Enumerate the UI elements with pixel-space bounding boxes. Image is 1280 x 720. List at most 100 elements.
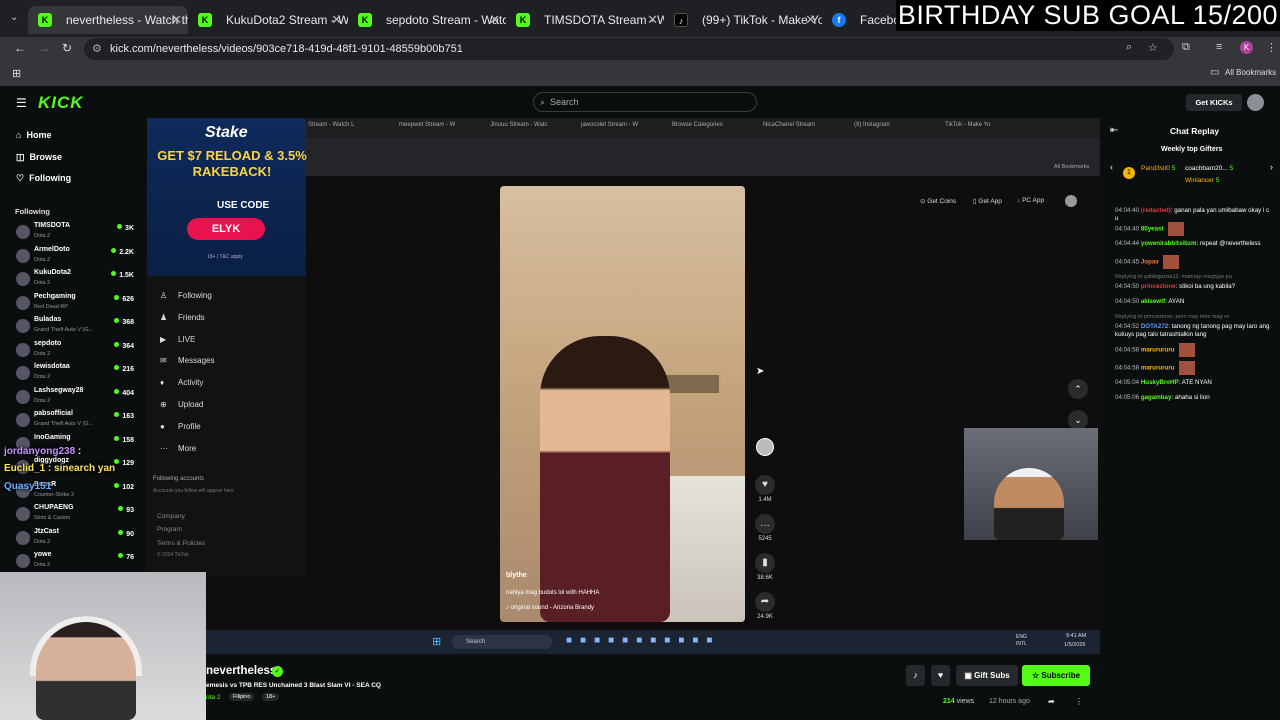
chat-username[interactable]: marurururu [1141, 347, 1175, 354]
taskbar-date[interactable]: 1/5/2026 [1064, 642, 1085, 648]
scroll-up-icon[interactable]: ⌃ [1068, 379, 1088, 399]
tiktok-menu-upload[interactable]: ⊕ Upload [160, 400, 203, 409]
site-info-icon[interactable]: ⚙ [92, 38, 102, 60]
tiktok-footer-terms[interactable]: Terms & Policies [157, 540, 205, 547]
reload-icon[interactable]: ↻ [62, 41, 72, 55]
following-item[interactable]: Lashsegway28 Dota 2 404 [16, 387, 134, 409]
chat-username[interactable]: (redacted) [1141, 207, 1171, 214]
tab-kukudota2[interactable]: K KukuDota2 Stream - Watch Liv✕ [188, 6, 348, 34]
tiktok-menu-more[interactable]: ··· More [160, 444, 196, 453]
tiktok-menu-messages[interactable]: ✉ Messages [160, 356, 214, 365]
taskbar-time[interactable]: 9:41 AM [1066, 633, 1086, 639]
following-item[interactable]: pabsofficial Grand Theft Auto V (G... 163 [16, 410, 134, 432]
chat-username[interactable]: DOTA272 [1141, 323, 1168, 330]
gifters-prev-icon[interactable]: ‹ [1110, 162, 1113, 172]
chat-username[interactable]: gagambay [1141, 394, 1172, 401]
share-button[interactable]: ➦ 24.9K [755, 592, 775, 620]
kick-logo[interactable]: KICK [38, 93, 84, 113]
creator-avatar[interactable] [756, 438, 774, 456]
forward-icon[interactable]: → [38, 41, 50, 55]
address-bar[interactable]: ⚙ kick.com/nevertheless/videos/903ce718-4… [84, 38, 1174, 60]
menu-icon[interactable]: ☰ [16, 96, 27, 110]
get-kicks-button[interactable]: Get KICKs [1186, 94, 1242, 111]
reading-list-icon[interactable]: ≡ [1216, 41, 1222, 53]
close-icon[interactable]: ✕ [805, 6, 816, 34]
tiktok-footer-company[interactable]: Company [157, 513, 185, 520]
extensions-icon[interactable]: ⧉ [1182, 41, 1190, 54]
get-app-button[interactable]: ▯ Get App [973, 197, 1002, 205]
tiktok-menu-following[interactable]: ♙ Following [160, 291, 212, 300]
tab-tiktok[interactable]: ♪ (99+) TikTok - Make Your Day✕ [664, 6, 822, 34]
tab-sepdoto[interactable]: Ksepdoto Stream - Watch Live o✕ [348, 6, 506, 34]
chat-username[interactable]: akisewtf [1141, 298, 1165, 305]
taskbar-search[interactable]: Search [452, 635, 552, 649]
apps-icon[interactable]: ⊞ [12, 67, 21, 80]
tiktok-menu-live[interactable]: ▶ LIVE [160, 335, 195, 344]
scroll-down-icon[interactable]: ⌄ [1068, 410, 1088, 430]
gift-subs-button[interactable]: ▣ Gift Subs [956, 665, 1018, 686]
tab-nevertheless[interactable]: Knevertheless - Watch the V✕ [28, 6, 188, 34]
chat-username[interactable]: 80yeast [1141, 226, 1164, 233]
nav-following[interactable]: ♡ Following [16, 173, 71, 184]
pc-app-button[interactable]: ↓ PC App [1017, 197, 1044, 204]
close-icon[interactable]: ✕ [647, 6, 658, 34]
video-sound[interactable]: ♪ original sound - Arizona Brandy [506, 605, 594, 611]
chat-username[interactable]: marurururu [1141, 365, 1175, 372]
chat-username[interactable]: princeztone [1141, 283, 1176, 290]
notifications-button[interactable]: ♪ [906, 665, 925, 686]
tab-facebook[interactable]: f Facebook [822, 6, 898, 34]
tiktok-menu-profile[interactable]: ● Profile [160, 422, 201, 431]
following-item[interactable]: Pechgaming Red Dead RP 626 [16, 293, 134, 315]
tiktok-video[interactable]: blythe nahiya mag budots lol with HAHHA … [500, 186, 745, 622]
zoom-icon[interactable]: ⌕ [1126, 41, 1132, 54]
profile-avatar[interactable]: K [1240, 41, 1253, 54]
browser-menu-icon[interactable]: ⋮ [1266, 41, 1277, 54]
close-icon[interactable]: ✕ [171, 6, 182, 34]
chat-username[interactable]: Jopav [1141, 259, 1159, 266]
gifters-next-icon[interactable]: › [1270, 162, 1273, 172]
nav-home[interactable]: ⌂ Home [16, 130, 51, 140]
tiktok-avatar[interactable] [1065, 195, 1077, 207]
close-icon[interactable]: ✕ [331, 6, 342, 34]
user-avatar[interactable] [1247, 94, 1264, 111]
following-item[interactable]: KukuDota2 Dota 2 1.5K [16, 269, 134, 291]
following-item[interactable]: TIMSDOTA Dota 2 3K [16, 222, 134, 244]
more-options-icon[interactable]: ⋮ [1075, 697, 1083, 706]
bookmark-star-icon[interactable]: ☆ [1148, 41, 1158, 54]
channel-name[interactable]: nevertheless [206, 665, 276, 677]
back-icon[interactable]: ← [14, 41, 26, 55]
get-coins-button[interactable]: ⊙ Get Coins [920, 197, 956, 205]
close-icon[interactable]: ✕ [489, 6, 500, 34]
all-bookmarks[interactable]: All Bookmarks [1225, 68, 1276, 77]
following-item[interactable]: Buladas Grand Theft Auto V (G... 368 [16, 316, 134, 338]
windows-start-icon[interactable]: ⊞ [432, 635, 441, 648]
tiktok-menu-friends[interactable]: ♟ Friends [160, 313, 205, 322]
tag-mature[interactable]: 18+ [262, 693, 280, 701]
stake-code-button: ELYK [187, 218, 265, 240]
follow-button[interactable]: ♥ [931, 665, 950, 686]
following-item[interactable]: lewisdotaa Dota 2 216 [16, 363, 134, 385]
chat-username[interactable]: yowenirabbitsibzm [1141, 240, 1197, 247]
category-link[interactable]: ota 2 [206, 694, 220, 701]
tiktok-footer-program[interactable]: Program [157, 526, 182, 533]
following-item[interactable]: JtzCast Dota 2 90 [16, 528, 134, 550]
taskbar-lang[interactable]: ENG INTL [1016, 634, 1027, 648]
following-item[interactable]: ArmelDoto Dota 2 2.2K [16, 246, 134, 268]
following-item[interactable]: sepdoto Dota 2 364 [16, 340, 134, 362]
share-icon[interactable]: ➦ [1048, 697, 1055, 706]
nav-browse[interactable]: ◫ Browse [16, 152, 62, 163]
tag-language[interactable]: Filipino [229, 693, 255, 701]
following-item[interactable]: CHUPAENG Slots & Casino 93 [16, 504, 134, 526]
save-button[interactable]: ▮ 38.6K [755, 553, 775, 581]
comment-button[interactable]: … 5245 [755, 514, 775, 542]
tab-timsdota[interactable]: K TIMSDOTA Stream - Watch Liv✕ [506, 6, 664, 34]
following-item[interactable]: yowe Dota 2 76 [16, 551, 134, 573]
tiktok-menu-activity[interactable]: ♦ Activity [160, 378, 203, 387]
kick-search-input[interactable]: ⌕ Search [533, 92, 757, 112]
video-author[interactable]: blythe [506, 572, 527, 579]
like-button[interactable]: ♥ 1.4M [755, 475, 775, 503]
tab-search-button[interactable]: ⌄ [10, 12, 18, 23]
collapse-chat-icon[interactable]: ⇤ [1110, 125, 1118, 136]
subscribe-button[interactable]: ☆ Subscribe [1022, 665, 1090, 686]
chat-username[interactable]: HuskyBroHP [1141, 379, 1179, 386]
